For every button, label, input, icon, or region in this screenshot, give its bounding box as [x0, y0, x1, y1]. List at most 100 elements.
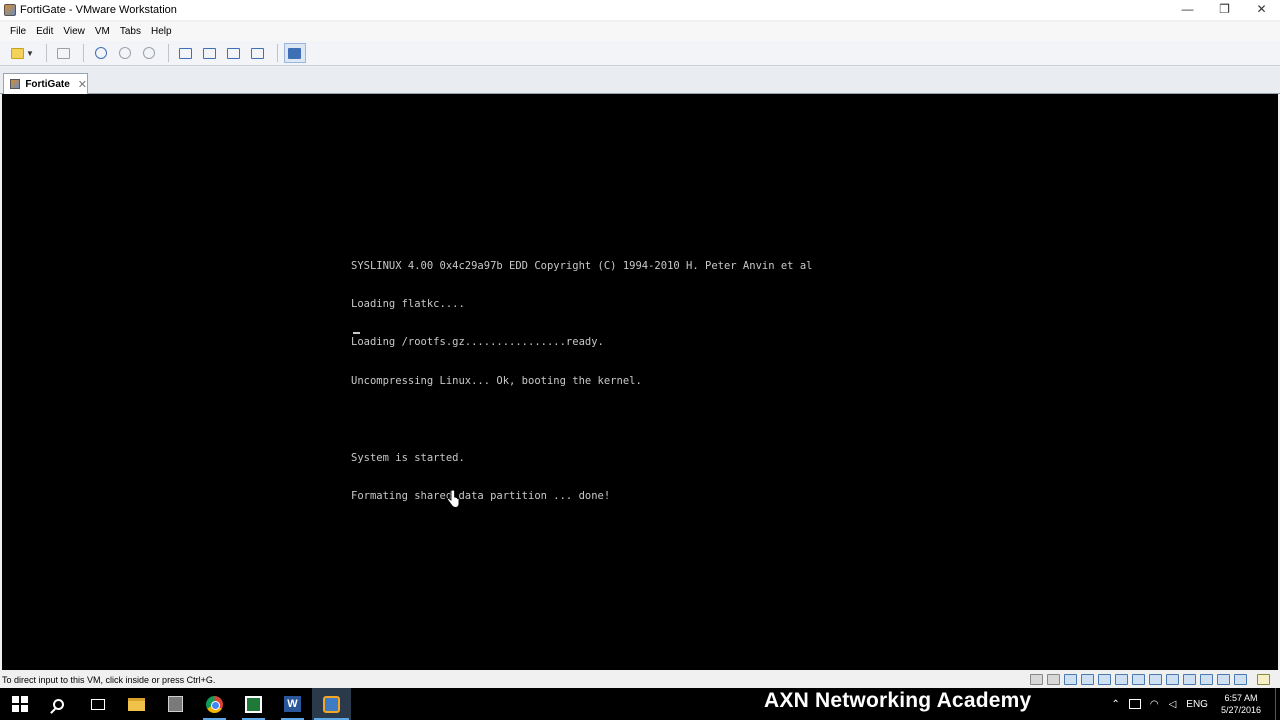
text-cursor: [353, 332, 360, 334]
tab-label: FortiGate: [25, 78, 70, 90]
power-icon: [10, 47, 24, 59]
toolbar-separator: [45, 44, 47, 62]
thumbnail-bar-icon: [203, 47, 217, 59]
console-line: System is started.: [351, 451, 465, 464]
language-indicator[interactable]: ENG: [1186, 699, 1208, 710]
title-bar: FortiGate - VMware Workstation — ❐ ✕: [0, 0, 1280, 20]
task-view-button[interactable]: [78, 688, 117, 720]
show-desktop-button[interactable]: [1275, 688, 1280, 720]
restore-button[interactable]: ❐: [1206, 0, 1243, 18]
word-button[interactable]: W: [273, 688, 312, 720]
network-adapter-icon[interactable]: [1149, 674, 1162, 685]
word-icon: W: [284, 696, 301, 712]
menu-view[interactable]: View: [58, 26, 90, 37]
network-adapter-icon[interactable]: [1115, 674, 1128, 685]
toolbar-separator: [82, 44, 84, 62]
volume-icon[interactable]: ◁: [1169, 699, 1177, 710]
network-adapter-icon[interactable]: [1132, 674, 1145, 685]
network-adapter-icon[interactable]: [1217, 674, 1230, 685]
clock-time: 6:57 AM: [1224, 693, 1258, 703]
wifi-icon[interactable]: ◠: [1150, 699, 1159, 710]
network-adapter-icon[interactable]: [1234, 674, 1247, 685]
device-status-icons: [1026, 674, 1270, 685]
full-screen-button[interactable]: [223, 43, 245, 63]
network-adapter-icon[interactable]: [1166, 674, 1179, 685]
menu-help[interactable]: Help: [146, 26, 177, 37]
chevron-up-icon[interactable]: ⌃: [1111, 699, 1119, 710]
network-adapter-icon[interactable]: [1064, 674, 1077, 685]
menu-vm[interactable]: VM: [90, 26, 115, 37]
search-icon: [53, 698, 64, 710]
clock[interactable]: 6:57 AM 5/27/2016: [1221, 692, 1261, 716]
revert-snapshot-icon: [118, 47, 131, 59]
message-log-icon[interactable]: [1257, 674, 1270, 685]
camtasia-icon: [245, 695, 262, 713]
windows-logo-icon: [11, 696, 28, 712]
unity-icon: [251, 47, 265, 59]
menu-bar: File Edit View VM Tabs Help: [0, 22, 1280, 41]
power-button[interactable]: [6, 43, 28, 63]
battery-icon[interactable]: [1128, 699, 1141, 709]
thumbnail-bar-button[interactable]: [199, 43, 221, 63]
full-screen-icon: [227, 47, 241, 59]
hard-disk-icon[interactable]: [1030, 674, 1043, 685]
calculator-icon: [168, 696, 183, 712]
toolbar-separator: [276, 44, 278, 62]
menu-edit[interactable]: Edit: [31, 26, 58, 37]
task-view-icon: [90, 698, 105, 710]
vm-icon: [10, 79, 21, 89]
tab-strip: FortiGate ✕: [0, 67, 1280, 94]
console-line: SYSLINUX 4.00 0x4c29a97b EDD Copyright (…: [351, 259, 813, 272]
vmware-icon: [323, 695, 340, 713]
window-title: FortiGate - VMware Workstation: [20, 4, 177, 16]
send-ctrl-alt-del-button[interactable]: [53, 43, 75, 63]
camtasia-button[interactable]: [234, 688, 273, 720]
system-tray: ⌃ ◠ ◁ ENG 6:57 AM 5/27/2016: [1106, 688, 1280, 720]
cd-dvd-icon[interactable]: [1047, 674, 1060, 685]
tab-fortigate[interactable]: FortiGate ✕: [3, 73, 88, 94]
snapshot-manager-button[interactable]: [138, 43, 160, 63]
clock-date: 5/27/2016: [1220, 705, 1261, 715]
status-bar: To direct input to this VM, click inside…: [0, 672, 1280, 688]
network-adapter-icon[interactable]: [1200, 674, 1213, 685]
file-explorer-icon: [128, 697, 145, 711]
watermark-text: AXN Networking Academy: [764, 689, 1032, 712]
power-dropdown-chevron-icon[interactable]: ▼: [26, 49, 34, 58]
close-button[interactable]: ✕: [1243, 0, 1280, 18]
toolbar-separator: [167, 44, 169, 62]
console-line: Uncompressing Linux... Ok, booting the k…: [351, 374, 642, 387]
show-library-button[interactable]: [175, 43, 197, 63]
console-output: SYSLINUX 4.00 0x4c29a97b EDD Copyright (…: [351, 234, 812, 528]
chrome-button[interactable]: [195, 688, 234, 720]
revert-snapshot-button[interactable]: [114, 43, 136, 63]
snapshot-manager-icon: [142, 47, 155, 59]
file-explorer-button[interactable]: [117, 688, 156, 720]
start-button[interactable]: [0, 688, 39, 720]
console-view-icon: [288, 47, 302, 59]
console-line: Loading flatkc....: [351, 297, 465, 310]
send-ctrl-alt-del-icon: [57, 47, 71, 59]
network-adapter-icon[interactable]: [1183, 674, 1196, 685]
calculator-button[interactable]: [156, 688, 195, 720]
status-message: To direct input to this VM, click inside…: [2, 675, 216, 685]
console-line: Loading /rootfs.gz................ready.: [351, 336, 604, 349]
tab-close-icon[interactable]: ✕: [78, 78, 87, 91]
show-library-icon: [179, 47, 193, 59]
network-adapter-icon[interactable]: [1098, 674, 1111, 685]
network-adapter-icon[interactable]: [1081, 674, 1094, 685]
snapshot-button[interactable]: [90, 43, 112, 63]
hand-pointer-icon: [446, 490, 460, 508]
console-view-button[interactable]: [283, 43, 306, 63]
search-button[interactable]: [39, 688, 78, 720]
vm-console[interactable]: SYSLINUX 4.00 0x4c29a97b EDD Copyright (…: [2, 94, 1278, 670]
minimize-button[interactable]: —: [1169, 0, 1206, 18]
console-line: Formating shared data partition ... done…: [351, 489, 611, 502]
menu-tabs[interactable]: Tabs: [115, 26, 146, 37]
unity-button[interactable]: [247, 43, 269, 63]
menu-file[interactable]: File: [5, 26, 31, 37]
vmware-button[interactable]: [312, 688, 351, 720]
toolbar: ▼: [0, 41, 1280, 66]
snapshot-icon: [94, 47, 107, 59]
chrome-icon: [206, 695, 223, 713]
